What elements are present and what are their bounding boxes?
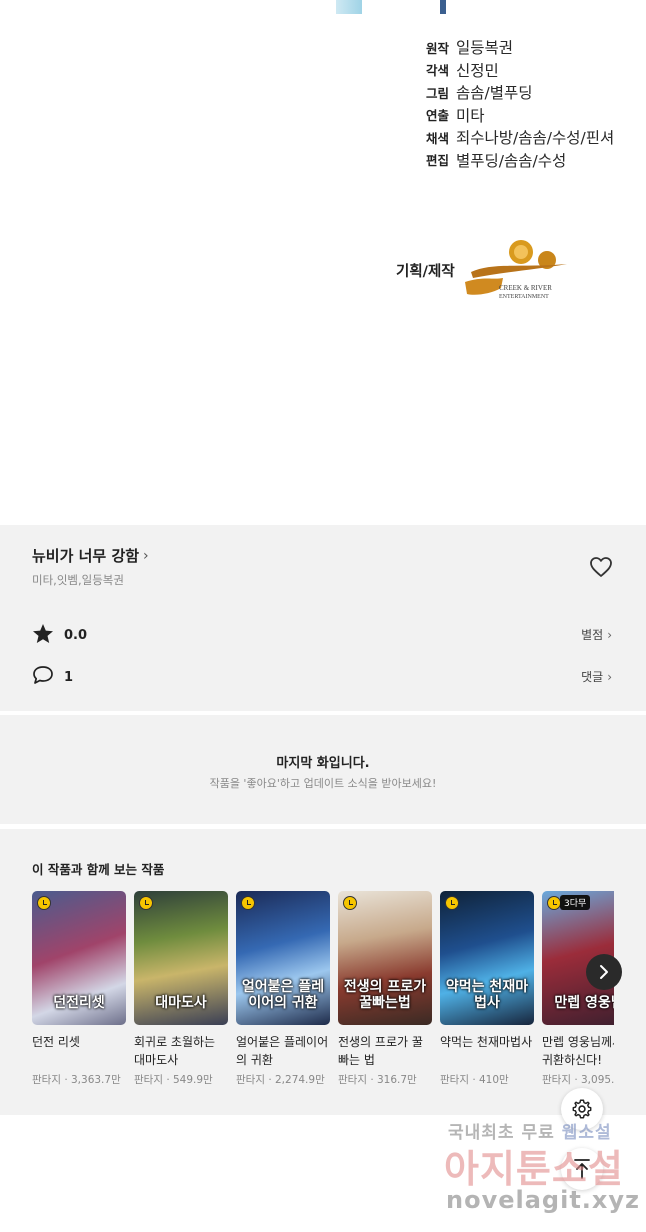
rate-link-label[interactable]: 별점 — [581, 626, 603, 643]
comment-stat: 1 — [32, 665, 73, 689]
last-episode-notice: 마지막 화입니다. 작품을 '좋아요'하고 업데이트 소식을 받아보세요! — [0, 715, 646, 824]
recommendation-card[interactable]: 전생의 프로가 꿀빠는법 전생의 프로가 꿀 빠는 법 판타지 · 316.7만 — [338, 891, 432, 1087]
cover-thumbnail[interactable]: 약먹는 천재마법사 — [440, 891, 534, 1025]
watermark-text: 국내최초 무료 — [448, 1123, 555, 1143]
credit-row: 그림 솜솜/별푸딩 — [426, 81, 614, 104]
chevron-right-icon — [600, 965, 608, 979]
recommendations-section: 이 작품과 함께 보는 작품 던전리셋 던전 리셋 판타지 · 3,363.7만… — [0, 829, 646, 1115]
speech-bubble-icon — [32, 665, 54, 689]
comment-link-label[interactable]: 댓글 — [581, 668, 603, 685]
episode-credits-image: 원작 일등복권 각색 신정민 그림 솜솜/별푸딩 연출 미타 채색 죄수나방/솜… — [0, 0, 646, 525]
series-info-panel: 뉴비가 너무 강함 › 미타,잇벰,일등복권 0.0 별점 › 1 댓글 › — [0, 525, 646, 711]
recommendation-meta: 판타지 · 549.9만 — [134, 1074, 213, 1086]
cover-title-art: 얼어붙은 플레이어의 귀환 — [241, 979, 325, 1011]
credit-name: 솜솜/별푸딩 — [456, 84, 533, 103]
clock-badge-icon — [37, 896, 51, 910]
recommendation-title[interactable]: 던전 리셋 — [32, 1033, 126, 1069]
recommendation-title[interactable]: 얼어붙은 플레이어의 귀환 — [236, 1033, 330, 1069]
gear-icon — [572, 1099, 592, 1119]
logo-text: CREEK & RIVER — [499, 284, 552, 292]
recommendation-meta: 판타지 · 3,095.6만 — [542, 1074, 614, 1086]
chevron-right-icon: › — [143, 547, 149, 564]
recommendation-meta: 판타지 · 316.7만 — [338, 1074, 417, 1086]
clock-badge-icon — [547, 896, 561, 910]
cover-title-art: 대마도사 — [155, 995, 207, 1011]
cover-thumbnail[interactable]: 던전리셋 — [32, 891, 126, 1025]
recommendation-title[interactable]: 만렙 영웅님께서 귀환하신다! — [542, 1033, 614, 1069]
credit-row: 편집 별푸딩/솜솜/수성 — [426, 149, 614, 172]
creek-river-logo: CREEK & RIVER ENTERTAINMENT — [463, 238, 575, 302]
artwork-fragment — [440, 0, 446, 14]
credit-name: 미타 — [456, 106, 485, 125]
series-authors: 미타,잇벰,일등복권 — [32, 573, 124, 587]
credit-name: 죄수나방/솜솜/수성/핀셔 — [456, 129, 615, 148]
recommendations-carousel[interactable]: 던전리셋 던전 리셋 판타지 · 3,363.7만 대마도사 회귀로 초월하는 … — [32, 891, 614, 1091]
series-title-link[interactable]: 뉴비가 너무 강함 › — [32, 545, 149, 566]
cover-thumbnail[interactable]: 대마도사 — [134, 891, 228, 1025]
site-watermark: 국내최초 무료 웹소설 아지툰소설 novelagit.xyz — [440, 1114, 640, 1224]
production-credit: 기획/제작 CREEK & RIVER ENTERTAINMENT — [396, 238, 575, 302]
chevron-right-icon: › — [607, 627, 612, 642]
notice-title: 마지막 화입니다. — [276, 756, 370, 771]
recommendations-title: 이 작품과 함께 보는 작품 — [32, 862, 165, 877]
rating-value: 0.0 — [64, 628, 88, 643]
series-title[interactable]: 뉴비가 너무 강함 — [32, 545, 139, 566]
settings-button[interactable] — [561, 1088, 603, 1130]
credit-name: 신정민 — [456, 61, 499, 80]
cover-thumbnail[interactable]: 전생의 프로가 꿀빠는법 — [338, 891, 432, 1025]
credit-name: 별푸딩/솜솜/수성 — [456, 151, 567, 170]
cover-thumbnail[interactable]: 얼어붙은 플레이어의 귀환 — [236, 891, 330, 1025]
comment-link[interactable]: 댓글 › — [581, 668, 612, 685]
credit-role: 연출 — [426, 108, 450, 124]
credit-name: 일등복권 — [456, 39, 514, 58]
credit-row: 연출 미타 — [426, 104, 614, 127]
recommendation-meta: 판타지 · 2,274.9만 — [236, 1074, 325, 1086]
logo-text: ENTERTAINMENT — [499, 294, 549, 300]
recommendation-title[interactable]: 전생의 프로가 꿀 빠는 법 — [338, 1033, 432, 1069]
scroll-to-top-button[interactable] — [561, 1148, 603, 1190]
recommendation-card[interactable]: 약먹는 천재마법사 약먹는 천재마법사 판타지 · 410만 — [440, 891, 534, 1087]
recommendation-meta: 판타지 · 410만 — [440, 1074, 509, 1086]
credit-row: 원작 일등복권 — [426, 36, 614, 59]
episode-tag: 3다무 — [560, 895, 591, 910]
rating-stat: 0.0 — [32, 623, 87, 648]
star-icon — [32, 623, 54, 648]
recommendation-meta: 판타지 · 3,363.7만 — [32, 1074, 121, 1086]
clock-badge-icon — [445, 896, 459, 910]
chevron-right-icon: › — [607, 669, 612, 684]
credit-role: 그림 — [426, 85, 450, 101]
credits-table: 원작 일등복권 각색 신정민 그림 솜솜/별푸딩 연출 미타 채색 죄수나방/솜… — [426, 36, 614, 171]
credit-row: 각색 신정민 — [426, 59, 614, 82]
notice-subtitle: 작품을 '좋아요'하고 업데이트 소식을 받아보세요! — [209, 777, 437, 790]
credit-role: 원작 — [426, 40, 450, 56]
production-label: 기획/제작 — [396, 263, 455, 280]
watermark-line: novelagit.xyz — [446, 1186, 641, 1214]
recommendation-card[interactable]: 얼어붙은 플레이어의 귀환 얼어붙은 플레이어의 귀환 판타지 · 2,274.… — [236, 891, 330, 1087]
credit-row: 채색 죄수나방/솜솜/수성/핀셔 — [426, 126, 614, 149]
cover-title-art: 약먹는 천재마법사 — [445, 979, 529, 1011]
credit-role: 편집 — [426, 153, 450, 169]
clock-badge-icon — [139, 896, 153, 910]
carousel-next-button[interactable] — [586, 954, 622, 990]
cover-title-art: 만렙 영웅님 — [554, 995, 614, 1011]
credit-role: 각색 — [426, 63, 450, 79]
cover-title-art: 전생의 프로가 꿀빠는법 — [343, 979, 427, 1011]
comment-count: 1 — [64, 669, 74, 685]
heart-icon[interactable] — [589, 556, 613, 578]
recommendation-card[interactable]: 던전리셋 던전 리셋 판타지 · 3,363.7만 — [32, 891, 126, 1087]
clock-badge-icon — [241, 896, 255, 910]
credit-role: 채색 — [426, 130, 450, 146]
arrow-up-icon — [574, 1159, 590, 1179]
recommendation-title[interactable]: 회귀로 초월하는 대마도사 — [134, 1033, 228, 1069]
artwork-fragment — [336, 0, 362, 14]
rate-link[interactable]: 별점 › — [581, 626, 612, 643]
recommendation-title[interactable]: 약먹는 천재마법사 — [440, 1033, 534, 1069]
recommendation-card[interactable]: 대마도사 회귀로 초월하는 대마도사 판타지 · 549.9만 — [134, 891, 228, 1087]
cover-title-art: 던전리셋 — [53, 995, 105, 1011]
clock-badge-icon — [343, 896, 357, 910]
